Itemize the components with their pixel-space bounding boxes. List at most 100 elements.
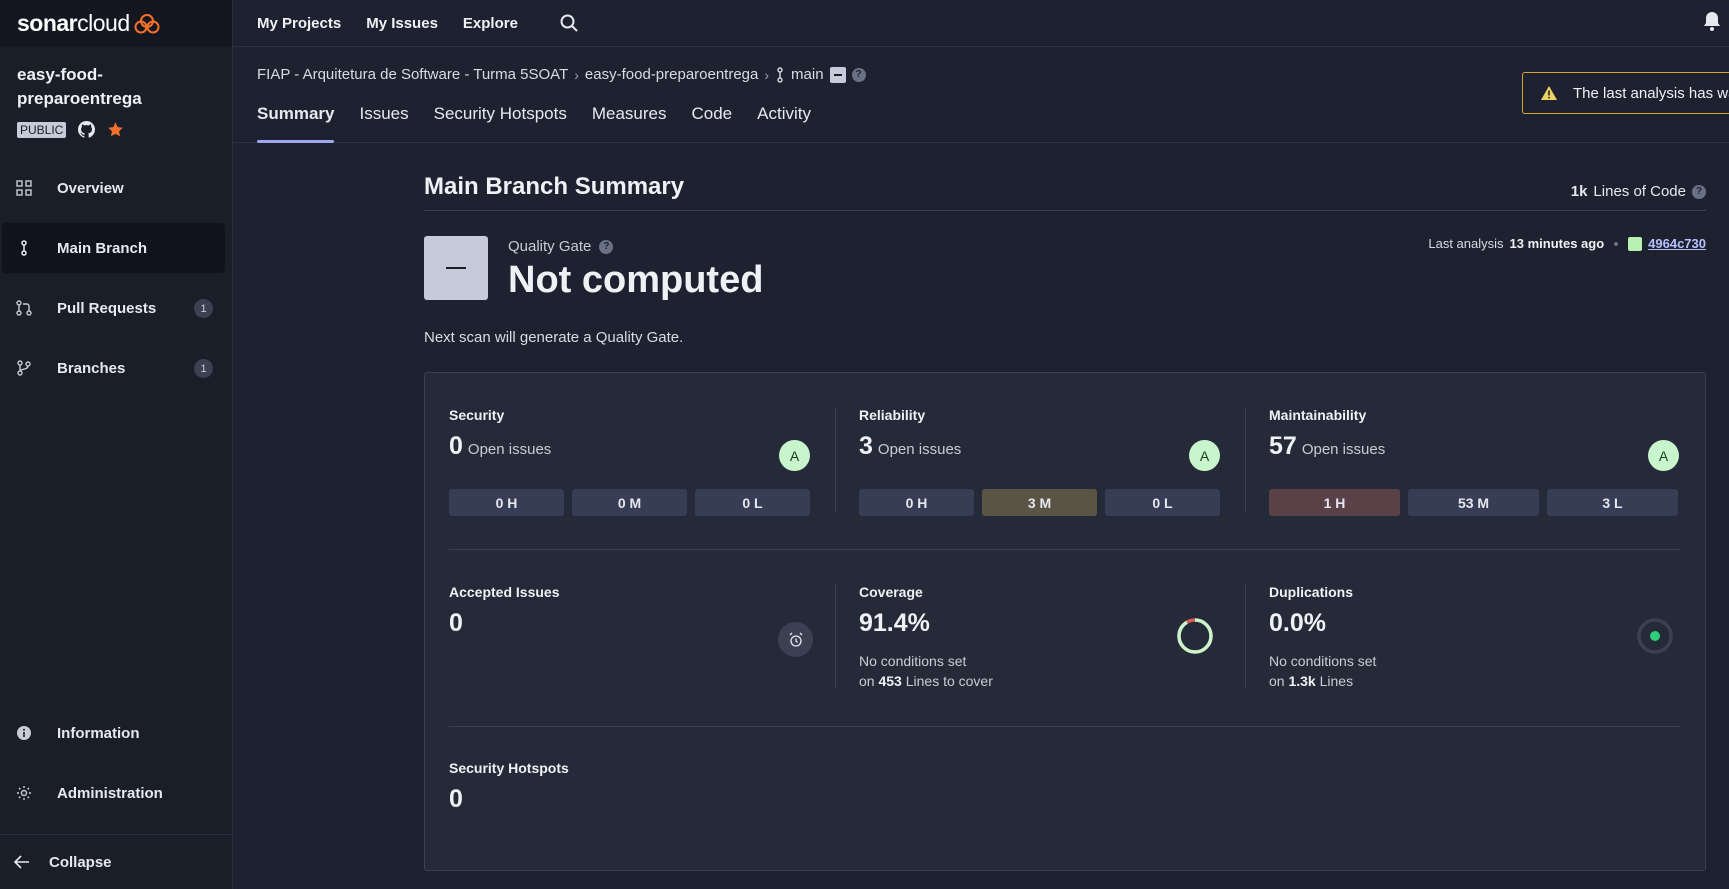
lines-prefix: on [859, 673, 875, 689]
severity-high[interactable]: 0 H [859, 489, 974, 516]
divider [1245, 584, 1246, 689]
maintainability-severity-row: 1 H 53 M 3 L [1269, 489, 1678, 516]
divider [449, 726, 1681, 727]
metric-value: 0.0% [1269, 609, 1326, 637]
commit-icon [1628, 236, 1643, 251]
commit-link[interactable]: 4964c730 [1648, 236, 1706, 251]
coverage-metric[interactable]: Coverage 91.4% No conditions set on 453 … [859, 584, 993, 691]
tab-code[interactable]: Code [692, 97, 733, 143]
severity-high[interactable]: 0 H [449, 489, 564, 516]
maintainability-grade-badge[interactable]: A [1648, 440, 1679, 471]
sidebar-item-label: Main Branch [57, 239, 148, 257]
logo-bar: sonar cloud [0, 0, 232, 47]
sidebar-item-administration[interactable]: Administration [2, 768, 225, 818]
severity-low[interactable]: 3 L [1547, 489, 1678, 516]
logo-text-light: cloud [77, 10, 130, 36]
pull-request-icon [16, 300, 32, 316]
sidebar-item-pull-requests[interactable]: Pull Requests 1 [2, 283, 225, 333]
security-open-issues: 0 [449, 432, 463, 460]
last-analysis-label: Last analysis [1428, 236, 1504, 251]
accepted-issues-metric[interactable]: Accepted Issues 0 [449, 584, 560, 638]
metric-title: Maintainability [1269, 407, 1367, 423]
sonarcloud-logo[interactable]: sonar cloud [17, 10, 160, 37]
metric-suffix: Open issues [1301, 441, 1386, 458]
severity-low[interactable]: 0 L [695, 489, 810, 516]
tab-security-hotspots[interactable]: Security Hotspots [434, 97, 567, 143]
help-icon[interactable]: ? [851, 67, 866, 82]
star-icon[interactable] [107, 121, 124, 138]
github-icon[interactable] [78, 121, 96, 138]
sidebar-item-branches[interactable]: Branches 1 [2, 343, 225, 393]
analysis-warning-banner[interactable]: The last analysis has wa [1522, 72, 1729, 114]
severity-low[interactable]: 0 L [1105, 489, 1220, 516]
last-analysis: Last analysis 13 minutes ago 4964c730 [1428, 236, 1706, 251]
sidebar-item-label: Administration [57, 784, 163, 802]
cloud-logo-icon [134, 13, 160, 33]
severity-medium[interactable]: 3 M [982, 489, 1097, 516]
tab-issues[interactable]: Issues [359, 97, 408, 143]
grid-icon [16, 180, 32, 196]
info-icon [17, 726, 31, 740]
search-icon[interactable] [559, 13, 579, 33]
collapse-label: Collapse [49, 853, 112, 871]
metric-value: 0 [449, 785, 463, 813]
nav-my-issues[interactable]: My Issues [366, 15, 438, 32]
severity-medium[interactable]: 53 M [1408, 489, 1539, 516]
security-grade-badge[interactable]: A [779, 440, 810, 471]
maintainability-metric[interactable]: Maintainability 57 Open issues [1269, 407, 1385, 461]
security-hotspots-metric[interactable]: Security Hotspots 0 [449, 760, 569, 814]
breadcrumb-branch[interactable]: main [791, 66, 824, 83]
separator-dot [1614, 241, 1619, 246]
branch-icon [777, 66, 783, 83]
maintainability-open-issues: 57 [1269, 432, 1297, 460]
quality-gate-label-text: Quality Gate [508, 238, 592, 255]
metric-value: 0 [449, 609, 463, 637]
branch-icon [21, 240, 27, 256]
metric-value: 3 Open issues [859, 432, 961, 461]
breadcrumb-project[interactable]: easy-food-preparoentrega [585, 66, 758, 83]
sidebar-item-overview[interactable]: Overview [2, 163, 225, 213]
metrics-card: Security 0 Open issues A 0 H 0 M 0 L Reli… [424, 372, 1706, 871]
sidebar-item-information[interactable]: Information [2, 708, 225, 758]
conditions-text: No conditions set [859, 653, 967, 669]
help-icon[interactable]: ? [599, 239, 614, 254]
reliability-metric[interactable]: Reliability 3 Open issues [859, 407, 961, 461]
next-scan-message: Next scan will generate a Quality Gate. [424, 329, 684, 346]
bell-icon[interactable] [1703, 11, 1721, 31]
quality-gate-label: Quality Gate ? [508, 238, 614, 255]
divider [424, 210, 1706, 211]
help-icon[interactable]: ? [1692, 184, 1706, 199]
divider [835, 407, 836, 512]
lines-suffix: Lines [1319, 673, 1354, 689]
loc-label: Lines of Code [1593, 183, 1686, 200]
coverage-donut-chart [1177, 618, 1213, 654]
page-title: Main Branch Summary [424, 173, 685, 200]
chevron-right-icon: › [574, 66, 579, 83]
severity-high[interactable]: 1 H [1269, 489, 1400, 516]
divider [1245, 407, 1246, 512]
metric-title: Reliability [859, 407, 926, 423]
collapse-button[interactable]: Collapse [0, 834, 233, 889]
branches-count: 1 [194, 359, 213, 378]
tab-measures[interactable]: Measures [592, 97, 667, 143]
lines-suffix: Lines to cover [905, 673, 993, 689]
sidebar-item-main-branch[interactable]: Main Branch [2, 223, 225, 273]
warning-text: The last analysis has wa [1573, 84, 1729, 102]
quality-gate-mini-icon [829, 66, 846, 83]
duplications-metric[interactable]: Duplications 0.0% No conditions set on 1… [1269, 584, 1376, 691]
pull-requests-count: 1 [194, 299, 213, 318]
tab-activity[interactable]: Activity [757, 97, 811, 143]
nav-my-projects[interactable]: My Projects [257, 15, 341, 32]
tab-summary[interactable]: Summary [257, 97, 335, 143]
coverage-details: No conditions set on 453 Lines to cover [859, 651, 993, 691]
metric-value: 57 Open issues [1269, 432, 1385, 461]
project-header: FIAP - Arquitetura de Software - Turma 5… [233, 47, 1729, 143]
project-tabs: Summary Issues Security Hotspots Measure… [257, 97, 836, 143]
severity-medium[interactable]: 0 M [572, 489, 687, 516]
security-metric[interactable]: Security 0 Open issues [449, 407, 551, 461]
nav-explore[interactable]: Explore [463, 15, 518, 32]
breadcrumb-org[interactable]: FIAP - Arquitetura de Software - Turma 5… [257, 66, 568, 83]
reliability-grade-badge[interactable]: A [1189, 440, 1220, 471]
reliability-severity-row: 0 H 3 M 0 L [859, 489, 1220, 516]
project-meta: PUBLIC [17, 121, 124, 138]
